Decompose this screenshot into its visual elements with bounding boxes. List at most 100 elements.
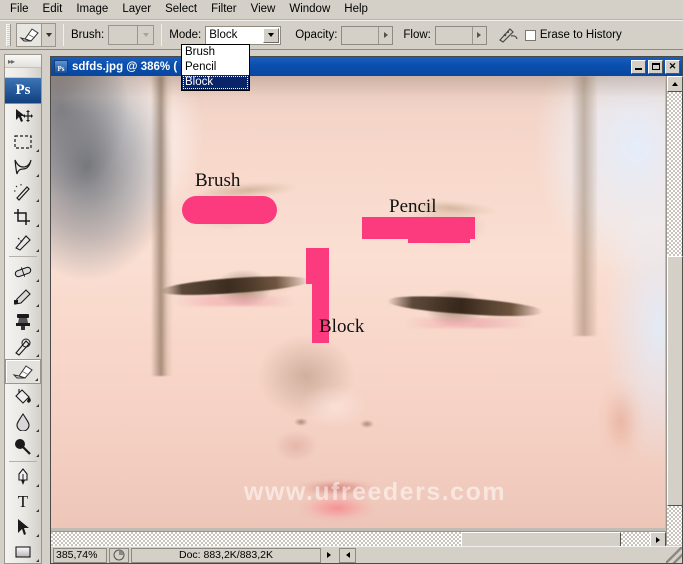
- clone-stamp-icon: [16, 313, 30, 330]
- mode-dropdown-button[interactable]: [263, 27, 280, 43]
- doc-size-info[interactable]: Doc: 883,2K/883,2K: [131, 547, 321, 563]
- opacity-slider-arrow[interactable]: [378, 26, 392, 44]
- status-more-button[interactable]: [339, 547, 356, 563]
- menu-image[interactable]: Image: [69, 1, 115, 18]
- menu-filter[interactable]: Filter: [204, 1, 244, 18]
- move-tool[interactable]: [5, 104, 41, 129]
- pen-icon: [18, 467, 28, 485]
- flow-label: Flow:: [403, 29, 431, 41]
- vertical-scrollbar[interactable]: [666, 76, 683, 545]
- active-tool-preview[interactable]: [16, 23, 42, 47]
- menu-window[interactable]: Window: [282, 1, 337, 18]
- menu-file[interactable]: File: [3, 1, 36, 18]
- arrow-pointer-icon: [18, 518, 29, 535]
- path-selection-tool[interactable]: [5, 514, 41, 539]
- triangle-left-icon: [345, 552, 350, 558]
- airbrush-toggle[interactable]: [497, 26, 519, 44]
- brush-preset-dropdown[interactable]: [138, 25, 155, 45]
- history-brush-tool[interactable]: [5, 334, 41, 359]
- tool-more-corner: [36, 354, 39, 357]
- eraser-icon: [12, 364, 33, 379]
- scroll-up-button[interactable]: [667, 76, 683, 92]
- vertical-scroll-thumb[interactable]: [667, 256, 683, 506]
- tool-more-corner: [36, 174, 39, 177]
- mode-option-block[interactable]: Block: [182, 75, 249, 90]
- shape-tool[interactable]: [5, 539, 41, 564]
- menu-edit[interactable]: Edit: [36, 1, 70, 18]
- mode-label: Mode:: [169, 29, 202, 41]
- close-button[interactable]: ✕: [665, 59, 680, 74]
- menu-view[interactable]: View: [244, 1, 283, 18]
- marquee-tool[interactable]: [5, 129, 41, 154]
- eraser-icon: [19, 28, 39, 42]
- baby-photo-image: www.ufreeders.com: [51, 76, 665, 528]
- doc-info-flyout[interactable]: [322, 548, 336, 563]
- mode-option-brush[interactable]: Brush: [182, 45, 249, 60]
- maximize-button[interactable]: [648, 59, 663, 74]
- document-title: sdfds.jpg @ 386% (: [72, 60, 178, 73]
- toolbox-collapse-handle[interactable]: ▸▸: [5, 55, 41, 68]
- face-edge-right: [571, 76, 597, 336]
- healing-brush-tool[interactable]: [5, 259, 41, 284]
- type-tool[interactable]: T: [5, 489, 41, 514]
- tool-more-corner: [36, 454, 39, 457]
- brush-preset-preview[interactable]: [108, 25, 139, 45]
- opacity-field[interactable]: [341, 25, 394, 45]
- eye-left: [155, 272, 315, 306]
- menu-layer[interactable]: Layer: [115, 1, 158, 18]
- flow-field[interactable]: [434, 25, 487, 45]
- menu-help[interactable]: Help: [337, 1, 375, 18]
- erase-to-history-checkbox[interactable]: [524, 29, 536, 41]
- clone-stamp-tool[interactable]: [5, 309, 41, 334]
- airbrush-icon: [498, 28, 518, 43]
- pen-tool[interactable]: [5, 464, 41, 489]
- mode-option-pencil[interactable]: Pencil: [182, 60, 249, 75]
- erase-to-history-row[interactable]: Erase to History: [524, 29, 626, 41]
- flow-slider-arrow[interactable]: [471, 26, 486, 44]
- brush-stroke-sample: [182, 196, 277, 224]
- minimize-button[interactable]: [631, 59, 646, 74]
- mode-dropdown-list[interactable]: Brush Pencil Block: [181, 44, 250, 91]
- history-brush-icon: [15, 338, 31, 356]
- horizontal-scrollbar[interactable]: [51, 531, 666, 548]
- crop-tool[interactable]: [5, 204, 41, 229]
- minimize-icon: [635, 68, 642, 70]
- blur-tool[interactable]: [5, 409, 41, 434]
- toolbox-divider-1: [9, 256, 37, 257]
- eraser-tool[interactable]: [5, 359, 41, 384]
- dodge-tool[interactable]: [5, 434, 41, 459]
- zoom-level-field[interactable]: 385,74%: [53, 547, 107, 563]
- menu-bar: File Edit Image Layer Select Filter View…: [0, 0, 683, 20]
- document-title-bar[interactable]: Ps sdfds.jpg @ 386% ( ✕: [51, 57, 682, 76]
- eye-right: [381, 292, 551, 328]
- chevron-down-icon: [268, 33, 275, 37]
- mode-select[interactable]: Block: [205, 25, 282, 45]
- lasso-tool[interactable]: [5, 154, 41, 179]
- magic-wand-tool[interactable]: [5, 179, 41, 204]
- options-divider-1: [63, 24, 64, 46]
- paint-bucket-icon: [15, 388, 31, 404]
- lasso-icon: [14, 159, 32, 174]
- gradient-tool[interactable]: [5, 384, 41, 409]
- erase-to-history-label: Erase to History: [539, 29, 622, 41]
- preview-icon: [113, 549, 125, 561]
- brush-tool[interactable]: [5, 284, 41, 309]
- toolbox-divider-2: [9, 461, 37, 462]
- healing-brush-icon: [14, 266, 32, 277]
- annotation-label-block: Block: [319, 316, 365, 337]
- tool-more-corner: [36, 249, 39, 252]
- triangle-up-icon: [672, 82, 678, 86]
- move-icon: [16, 108, 33, 122]
- menu-select[interactable]: Select: [158, 1, 204, 18]
- slice-tool[interactable]: [5, 229, 41, 254]
- options-bar-grip[interactable]: [6, 24, 11, 46]
- tool-more-corner: [36, 224, 39, 227]
- preview-flyout-button[interactable]: [109, 547, 129, 563]
- resize-grip-icon[interactable]: [666, 547, 682, 563]
- close-icon: ✕: [668, 61, 677, 71]
- dodge-icon: [15, 438, 31, 455]
- tool-more-corner: [36, 329, 39, 332]
- image-canvas[interactable]: www.ufreeders.com Brush Pencil Block: [51, 76, 682, 545]
- triangle-right-icon: [656, 537, 660, 543]
- tool-preset-dropdown[interactable]: [42, 23, 56, 47]
